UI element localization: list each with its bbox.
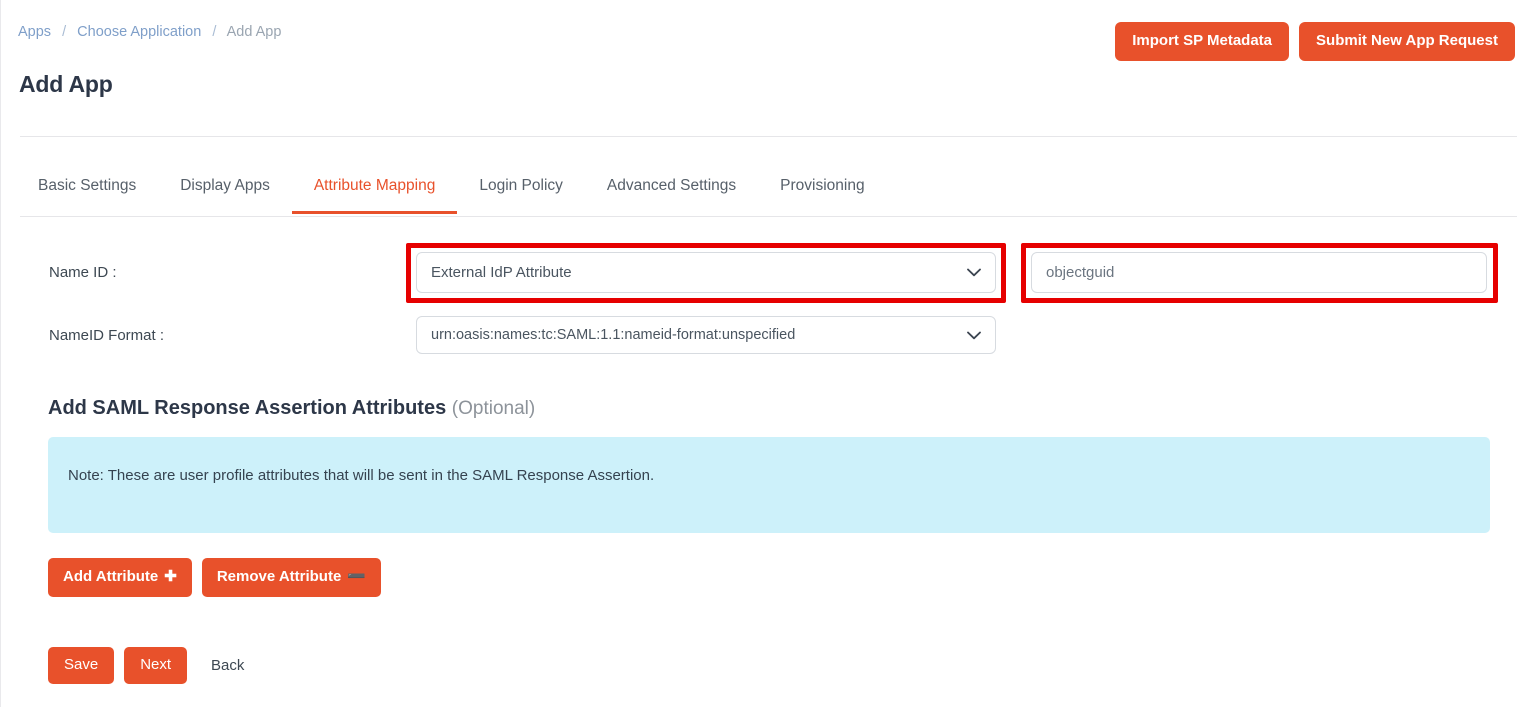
assertion-section-optional-label: (Optional) <box>451 398 536 419</box>
chevron-down-icon <box>967 331 981 340</box>
name-id-label: Name ID : <box>49 264 117 281</box>
remove-attribute-label: Remove Attribute <box>216 568 342 585</box>
assertion-note-box: Note: These are user profile attributes … <box>48 437 1490 533</box>
name-id-attribute-input[interactable]: objectguid <box>1031 252 1487 293</box>
add-app-page: Apps / Choose Application / Add App Add … <box>0 0 1540 707</box>
tab-attribute-mapping[interactable]: Attribute Mapping <box>291 176 458 214</box>
submit-new-app-request-button[interactable]: Submit New App Request <box>1299 22 1515 61</box>
name-id-select-value: External IdP Attribute <box>431 264 572 281</box>
save-button[interactable]: Save <box>48 647 115 684</box>
back-button[interactable]: Back <box>205 657 250 675</box>
attribute-buttons: Add Attribute ✚ Remove Attribute ➖ <box>48 558 381 597</box>
tab-bar: Basic Settings Display Apps Attribute Ma… <box>20 176 1517 217</box>
remove-attribute-button[interactable]: Remove Attribute ➖ <box>201 558 381 597</box>
add-attribute-button[interactable]: Add Attribute ✚ <box>48 558 192 597</box>
name-id-select[interactable]: External IdP Attribute <box>416 252 996 293</box>
import-sp-metadata-button[interactable]: Import SP Metadata <box>1115 22 1290 61</box>
header-divider <box>20 136 1517 137</box>
breadcrumb-item-apps[interactable]: Apps <box>18 24 51 40</box>
next-button[interactable]: Next <box>124 647 188 684</box>
breadcrumb-item-add-app: Add App <box>226 24 282 40</box>
footer-buttons: Save Next Back <box>48 647 250 684</box>
breadcrumb-separator: / <box>62 24 67 40</box>
tab-basic-settings[interactable]: Basic Settings <box>20 176 158 213</box>
assertion-section-heading: Add SAML Response Assertion Attributes (… <box>48 397 535 420</box>
header-actions: Import SP Metadata Submit New App Reques… <box>1115 22 1515 61</box>
breadcrumb-separator: / <box>212 24 217 40</box>
tab-login-policy[interactable]: Login Policy <box>457 176 585 213</box>
name-id-format-select[interactable]: urn:oasis:names:tc:SAML:1.1:nameid-forma… <box>416 316 996 354</box>
page-left-rule <box>0 0 1 707</box>
breadcrumb-item-choose-application[interactable]: Choose Application <box>77 24 201 40</box>
chevron-down-icon <box>967 268 981 277</box>
name-id-format-label: NameID Format : <box>49 327 165 344</box>
assertion-note-text: Note: These are user profile attributes … <box>68 467 655 484</box>
name-id-format-select-value: urn:oasis:names:tc:SAML:1.1:nameid-forma… <box>431 327 796 343</box>
page-title: Add App <box>19 71 113 97</box>
assertion-section-heading-text: Add SAML Response Assertion Attributes <box>48 397 447 419</box>
tab-provisioning[interactable]: Provisioning <box>758 176 886 213</box>
name-id-attribute-value: objectguid <box>1046 264 1115 281</box>
breadcrumb: Apps / Choose Application / Add App <box>18 22 281 42</box>
tab-display-apps[interactable]: Display Apps <box>158 176 292 213</box>
minus-icon: ➖ <box>347 568 366 585</box>
plus-icon: ✚ <box>164 568 177 585</box>
add-attribute-label: Add Attribute <box>63 568 159 585</box>
tab-advanced-settings[interactable]: Advanced Settings <box>585 176 758 213</box>
